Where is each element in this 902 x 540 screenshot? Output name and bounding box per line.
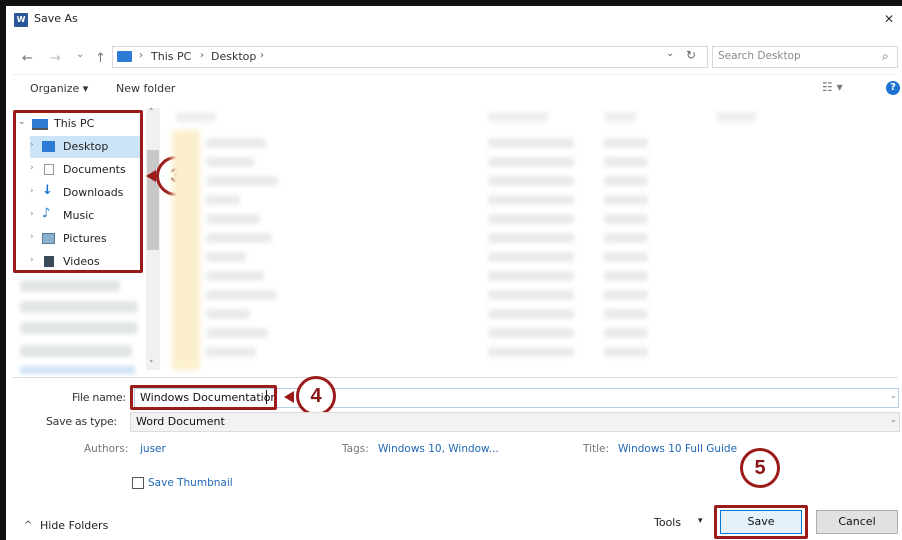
blurred-file-row <box>206 176 278 186</box>
save-type-select[interactable] <box>130 412 900 432</box>
blurred-header <box>488 112 548 122</box>
breadcrumb-separator: › <box>260 50 264 61</box>
blurred-item <box>20 345 132 357</box>
blurred-file-row <box>604 290 648 300</box>
organize-button[interactable]: Organize ▾ <box>30 82 88 95</box>
search-icon[interactable]: ⌕ <box>882 49 889 64</box>
blurred-file-row <box>604 233 648 243</box>
scroll-down-icon[interactable]: ˅ <box>149 360 154 370</box>
blurred-file-row <box>604 328 648 338</box>
blurred-file-row <box>604 176 648 186</box>
save-type-label: Save as type: <box>46 415 117 428</box>
blurred-file-row <box>488 176 574 186</box>
blurred-file-row <box>488 271 574 281</box>
blurred-file-row <box>604 138 648 148</box>
search-placeholder: Search Desktop <box>718 50 801 62</box>
blurred-file-row <box>488 290 574 300</box>
tags-value[interactable]: Windows 10, Window... <box>378 443 499 455</box>
recent-locations-chevron-icon[interactable]: ⌄ <box>76 49 84 60</box>
blurred-folder-icons <box>172 130 200 370</box>
cancel-button[interactable]: Cancel <box>816 510 898 534</box>
authors-label: Authors: <box>84 443 129 455</box>
address-dropdown-icon[interactable]: ⌄ <box>666 48 674 59</box>
blurred-file-row <box>604 309 648 319</box>
save-thumbnail-label[interactable]: Save Thumbnail <box>148 477 233 489</box>
blurred-file-row <box>604 195 648 205</box>
blurred-file-row <box>488 214 574 224</box>
blurred-file-row <box>488 309 574 319</box>
scroll-up-icon[interactable]: ˄ <box>149 108 154 118</box>
blurred-file-row <box>488 252 574 262</box>
help-icon[interactable]: ? <box>886 81 900 95</box>
title-label: Title: <box>583 443 610 455</box>
blurred-file-row <box>604 271 648 281</box>
blurred-file-row <box>488 328 574 338</box>
callout-pointer <box>146 170 156 182</box>
forward-arrow-icon[interactable]: → <box>50 51 61 66</box>
blurred-header <box>604 112 636 122</box>
dialog-title: Save As <box>34 12 78 25</box>
blurred-file-row <box>206 195 240 205</box>
blurred-file-row <box>206 138 266 148</box>
view-options-icon[interactable]: ☷ ▾ <box>822 80 843 94</box>
blurred-item <box>20 301 138 313</box>
save-type-dropdown-icon[interactable]: ⌄ <box>890 415 897 424</box>
breadcrumb-this-pc[interactable]: This PC <box>151 50 191 63</box>
tags-label: Tags: <box>342 443 369 455</box>
authors-value[interactable]: juser <box>140 443 166 455</box>
tools-button[interactable]: Tools <box>654 516 681 529</box>
blurred-file-row <box>488 195 574 205</box>
refresh-icon[interactable]: ↻ <box>686 48 696 62</box>
file-name-label: File name: <box>72 391 126 404</box>
title-value[interactable]: Windows 10 Full Guide <box>618 443 737 455</box>
callout-pointer <box>284 391 294 403</box>
callout-5: 5 <box>740 448 780 488</box>
blurred-file-row <box>206 271 264 281</box>
blurred-file-row <box>488 233 574 243</box>
blurred-header <box>176 112 216 122</box>
blurred-file-row <box>604 157 648 167</box>
blurred-file-row <box>604 252 648 262</box>
blurred-file-row <box>604 214 648 224</box>
blurred-item <box>20 366 135 374</box>
this-pc-icon <box>117 51 132 62</box>
divider <box>12 377 898 378</box>
divider <box>12 74 898 75</box>
highlight-box <box>130 385 277 410</box>
blurred-file-row <box>206 309 250 319</box>
up-arrow-icon[interactable]: ↑ <box>95 51 106 66</box>
file-name-dropdown-icon[interactable]: ⌄ <box>890 391 897 400</box>
back-arrow-icon[interactable]: ← <box>22 51 33 66</box>
blurred-file-row <box>206 290 276 300</box>
blurred-file-row <box>206 233 272 243</box>
blurred-file-row <box>488 138 574 148</box>
hide-folders-chevron-icon[interactable]: ^ <box>24 520 32 531</box>
tools-dropdown-icon[interactable]: ▾ <box>698 516 703 526</box>
blurred-file-row <box>488 157 574 167</box>
blurred-item <box>20 280 120 292</box>
blurred-file-row <box>206 214 260 224</box>
blurred-file-row <box>206 347 256 357</box>
highlight-box <box>13 110 143 273</box>
breadcrumb-separator: › <box>139 50 143 61</box>
hide-folders-button[interactable]: Hide Folders <box>40 519 108 532</box>
save-thumbnail-checkbox[interactable] <box>132 477 144 489</box>
blurred-file-row <box>206 252 246 262</box>
callout-4: 4 <box>296 376 336 416</box>
blurred-file-row <box>488 347 574 357</box>
save-type-value: Word Document <box>136 415 225 428</box>
close-icon[interactable]: ✕ <box>884 12 894 26</box>
breadcrumb-separator: › <box>200 50 204 61</box>
breadcrumb-desktop[interactable]: Desktop <box>211 50 256 63</box>
highlight-box <box>714 505 808 539</box>
new-folder-button[interactable]: New folder <box>116 82 175 95</box>
blurred-file-row <box>206 157 254 167</box>
word-app-icon: W <box>14 13 28 27</box>
blurred-item <box>20 322 138 334</box>
tree-scrollbar-thumb[interactable] <box>147 150 159 250</box>
blurred-file-row <box>206 328 268 338</box>
blurred-file-row <box>604 347 648 357</box>
blurred-header <box>716 112 756 122</box>
